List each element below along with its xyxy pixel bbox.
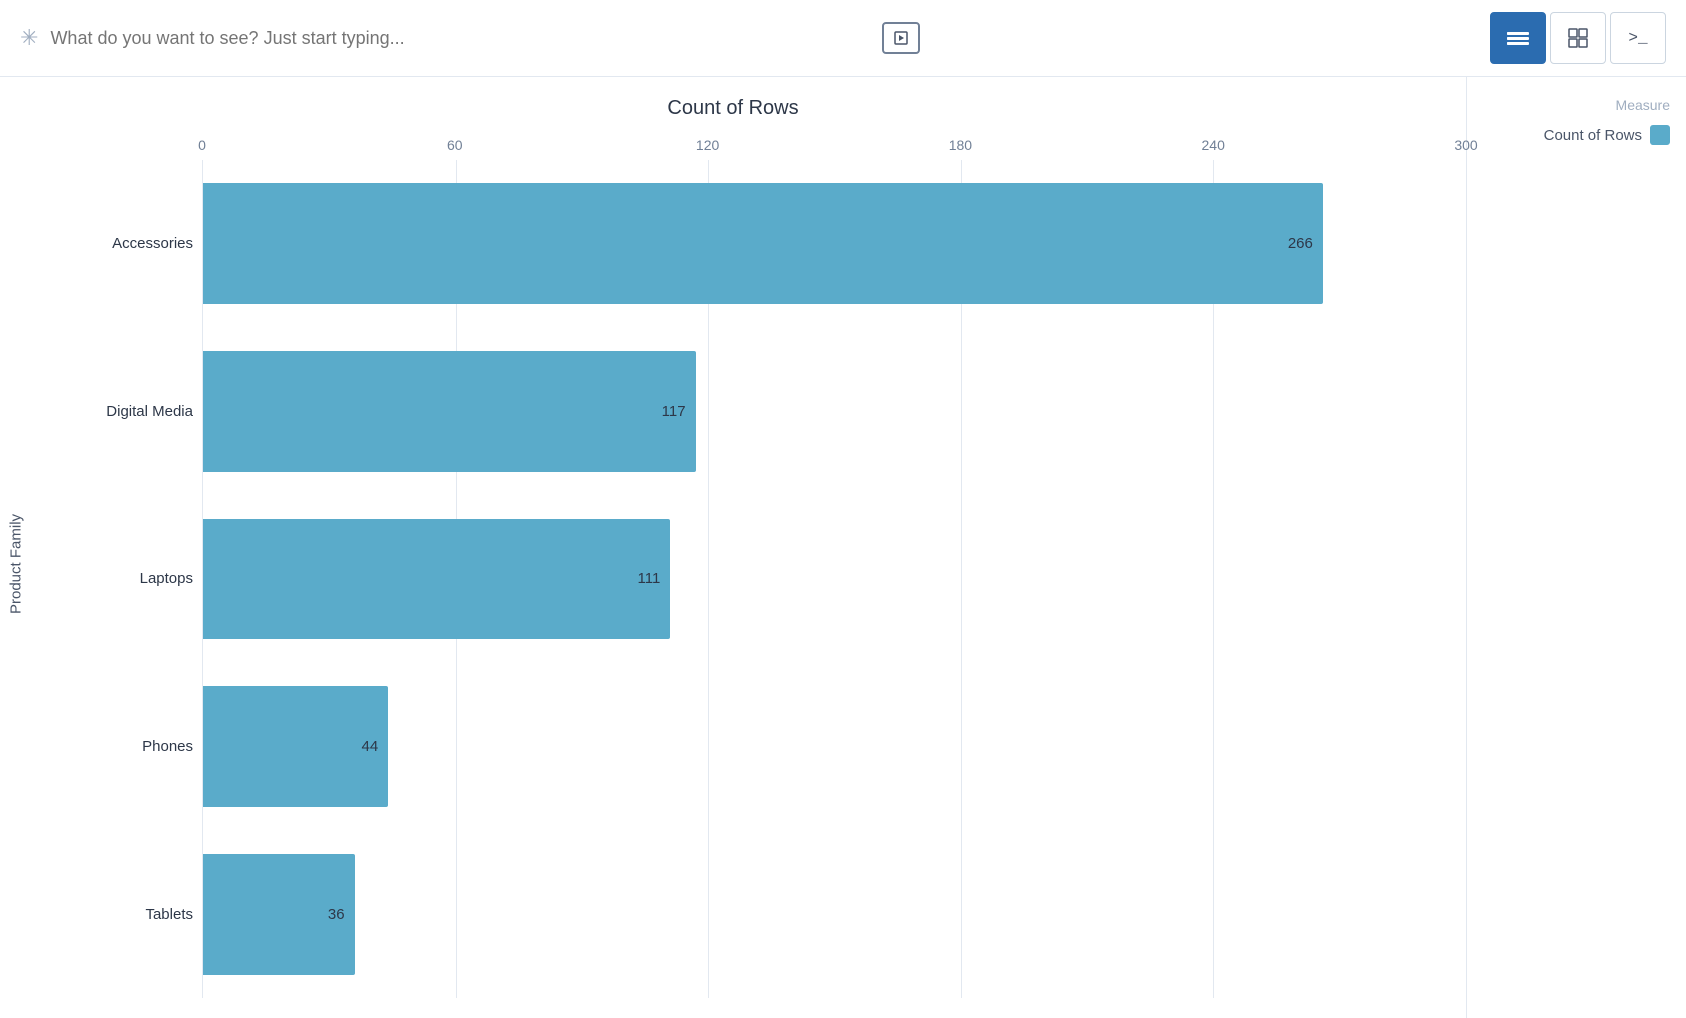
y-axis-label: Product Family	[0, 130, 32, 998]
bar-row: Accessories266	[203, 160, 1466, 328]
bar-value: 117	[662, 403, 686, 420]
bar-label: Laptops	[38, 570, 193, 587]
search-input[interactable]	[50, 28, 870, 49]
x-tick: 240	[1202, 137, 1225, 153]
top-bar: ✳	[0, 0, 1686, 77]
bar-row: Phones44	[203, 663, 1466, 831]
x-axis: 060120180240300	[202, 130, 1466, 160]
x-tick: 180	[949, 137, 972, 153]
code-view-button[interactable]: >_	[1610, 12, 1666, 64]
bar-label: Digital Media	[38, 403, 193, 420]
x-tick: 60	[447, 137, 463, 153]
spark-icon: ✳	[20, 25, 38, 51]
bar: 44	[203, 686, 388, 807]
bar-label: Phones	[38, 738, 193, 755]
bar-wrap: 266	[203, 183, 1466, 304]
bars-section: Accessories266Digital Media117Laptops111…	[202, 160, 1466, 998]
chart-view-button[interactable]	[1490, 12, 1546, 64]
grid-line	[1466, 160, 1467, 998]
bar-row: Digital Media117	[203, 328, 1466, 496]
play-button[interactable]	[882, 22, 920, 54]
toolbar-buttons: >_	[1490, 12, 1666, 64]
bar-value: 36	[328, 906, 345, 923]
bar-label: Accessories	[38, 235, 193, 252]
table-view-button[interactable]	[1550, 12, 1606, 64]
bar-wrap: 36	[203, 854, 1466, 975]
bar: 117	[203, 351, 696, 472]
x-tick: 0	[198, 137, 206, 153]
search-area: ✳	[20, 22, 920, 54]
bar-row: Tablets36	[203, 830, 1466, 998]
chart-title: Count of Rows	[0, 97, 1466, 120]
bar: 111	[203, 519, 670, 640]
bar-row: Laptops111	[203, 495, 1466, 663]
bar-value: 44	[362, 738, 379, 755]
chart-area: Count of Rows Product Family 0 60 120 180 24…	[0, 77, 1466, 1018]
x-tick: 300	[1454, 137, 1477, 153]
x-tick: 120	[696, 137, 719, 153]
bar-value: 111	[637, 570, 660, 587]
legend-item-label: Count of Rows	[1544, 127, 1642, 144]
legend-item: Count of Rows	[1483, 125, 1670, 145]
legend-color-box	[1650, 125, 1670, 145]
bar-wrap: 111	[203, 519, 1466, 640]
chart-inner: 060120180240300 Accessories266Digital Me…	[32, 130, 1466, 998]
chart-container: Product Family 060120180240300 Accessori…	[0, 130, 1466, 998]
bar: 36	[203, 854, 355, 975]
legend-measure-label: Measure	[1483, 97, 1670, 113]
bar-wrap: 44	[203, 686, 1466, 807]
bar-label: Tablets	[38, 906, 193, 923]
bar-wrap: 117	[203, 351, 1466, 472]
main-content: Count of Rows Product Family 0 60 120 180 24…	[0, 77, 1686, 1018]
bar: 266	[203, 183, 1323, 304]
legend-panel: Measure Count of Rows	[1466, 77, 1686, 1018]
bar-value: 266	[1288, 235, 1313, 252]
